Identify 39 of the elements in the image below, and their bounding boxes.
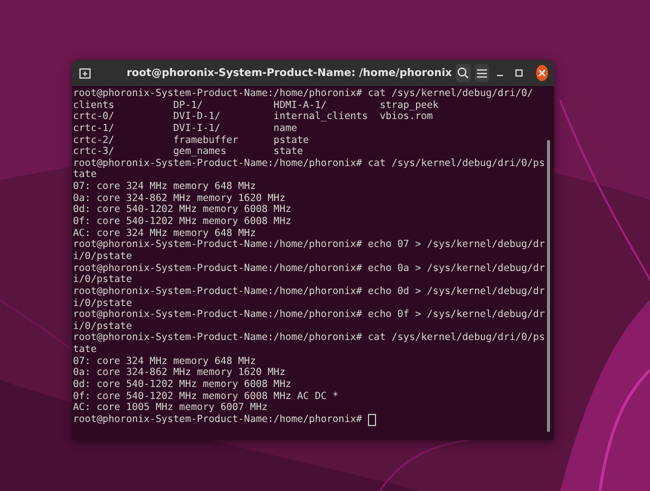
terminal-line: root@phoronix-System-Product-Name:/home/phoronix# cat /sys/kernel/debug/dri/0/ps [73, 332, 545, 344]
search-icon [457, 67, 470, 79]
terminal-line: tate [73, 344, 97, 356]
terminal-line: clients DP-1/ HDMI-A-1/ strap_peek [73, 100, 439, 112]
menu-icon [476, 68, 487, 78]
close-button[interactable] [536, 65, 548, 81]
menu-button[interactable] [474, 64, 490, 82]
terminal-line: tate [73, 169, 97, 182]
terminal-line: 0f: core 540-1202 MHz memory 6008 MHz [73, 216, 292, 228]
terminal-line: root@phoronix-System-Product-Name:/home/phoronix# echo 0a > /sys/kernel/debug/dr [73, 262, 545, 274]
scrollbar[interactable] [547, 140, 550, 432]
terminal-line: i/0/pstate [73, 320, 132, 332]
terminal-line: 07: core 324 MHz memory 648 MHz [73, 181, 256, 193]
terminal-line: crtc-3/ gem_names state [73, 146, 304, 158]
terminal-line: 0f: core 540-1202 MHz memory 6008 MHz AC DC * [73, 390, 338, 402]
maximize-icon [515, 69, 524, 77]
terminal-line: root@phoronix-System-Product-Name:/home/phoronix# echo 0f > /sys/kernel/debug/dr [73, 309, 545, 321]
terminal-line: 0a: core 324-862 MHz memory 1620 MHz [73, 367, 286, 380]
terminal-line: AC: core 324 MHz memory 648 MHz [73, 228, 256, 240]
terminal-line: AC: core 1005 MHz memory 6007 MHz [73, 402, 268, 414]
terminal-line: crtc-2/ framebuffer pstate [73, 134, 309, 146]
terminal-line: root@phoronix-System-Product-Name:/home/phoronix# echo 0d > /sys/kernel/debug/dr [73, 286, 545, 298]
new-tab-icon [79, 67, 92, 79]
terminal-line: i/0/pstate [73, 274, 132, 286]
terminal-line: root@phoronix-System-Product-Name:/home/phoronix# cat /sys/kernel/debug/dri/0/ [73, 88, 534, 100]
terminal-line: crtc-1/ DVI-I-1/ name [73, 122, 298, 135]
terminal-line: i/0/pstate [73, 250, 132, 263]
terminal-line: crtc-0/ DVI-D-1/ internal_clients vbios.rom [73, 111, 433, 123]
search-button[interactable] [456, 64, 471, 82]
terminal-line: root@phoronix-System-Product-Name:/home/phoronix# cat /sys/kernel/debug/dri/0/ps [73, 158, 545, 170]
close-icon [538, 69, 546, 77]
terminal-line: root@phoronix-System-Product-Name:/home/phoronix# [73, 414, 362, 426]
terminal-line: 07: core 324 MHz memory 648 MHz [73, 356, 256, 368]
terminal-line: 0a: core 324-862 MHz memory 1620 MHz [73, 192, 286, 204]
window-title: root@phoronix-System-Product-Name: /home/phoronix [126, 67, 452, 79]
terminal-line: i/0/pstate [73, 298, 132, 310]
terminal-line: 0d: core 540-1202 MHz memory 6008 MHz [73, 204, 292, 216]
terminal-line: root@phoronix-System-Product-Name:/home/phoronix# echo 07 > /sys/kernel/debug/dr [73, 239, 545, 251]
terminal-line: 0d: core 540-1202 MHz memory 6008 MHz [73, 379, 292, 391]
